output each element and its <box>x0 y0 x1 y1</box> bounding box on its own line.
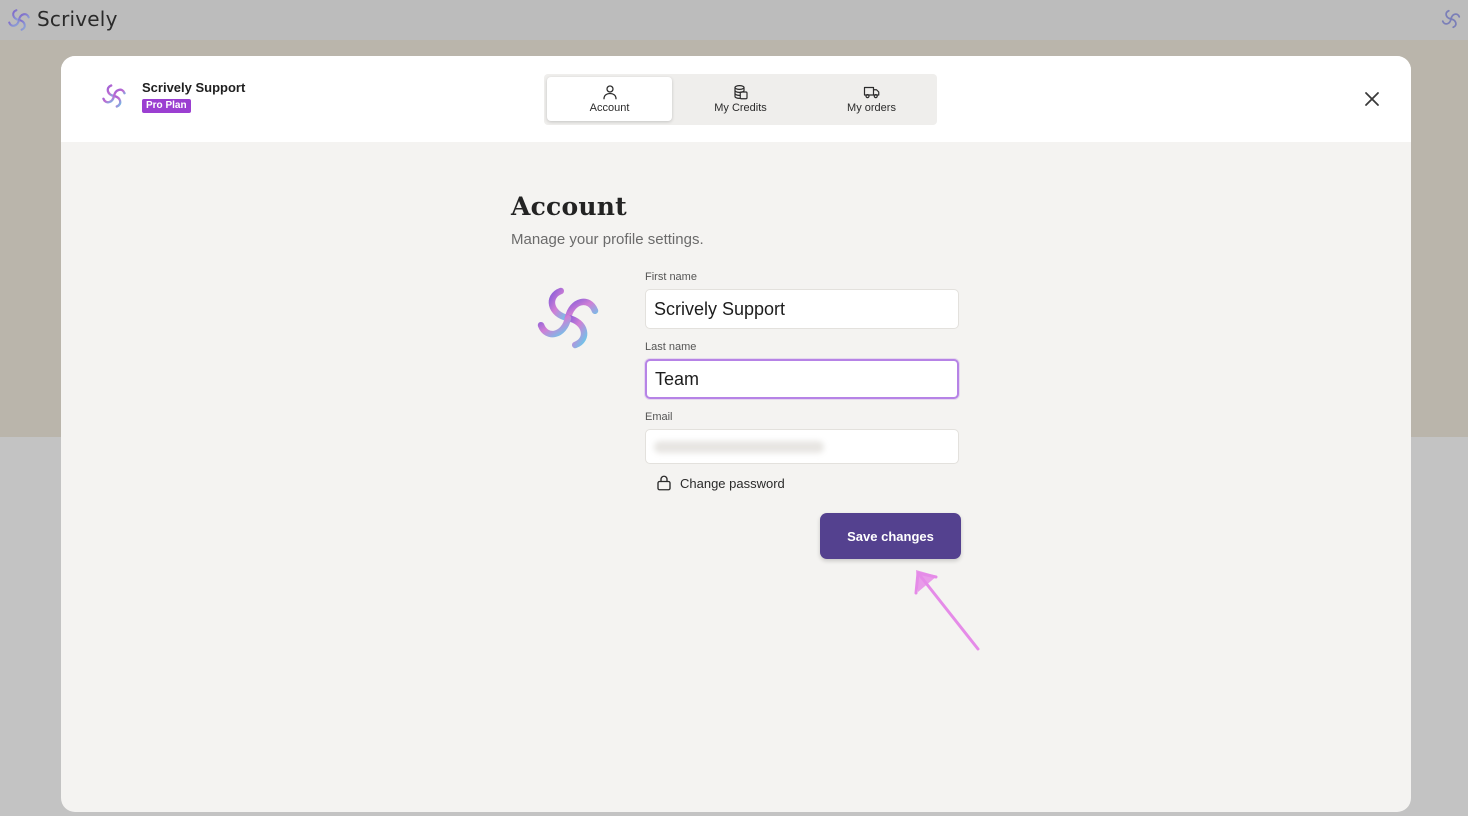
plan-badge: Pro Plan <box>142 99 191 113</box>
tab-label: My orders <box>847 102 896 114</box>
close-icon <box>1365 92 1379 106</box>
user-avatar-logo-icon <box>102 84 126 108</box>
annotation-arrow-icon <box>914 570 980 651</box>
change-password-label: Change password <box>680 475 785 491</box>
settings-modal: Scrively Support Pro Plan Account My Cre <box>61 56 1411 812</box>
profile-avatar-logo-icon[interactable] <box>532 282 604 354</box>
tab-my-orders[interactable]: My orders <box>809 77 934 121</box>
user-icon <box>602 85 617 100</box>
tab-my-credits[interactable]: My Credits <box>678 77 803 121</box>
first-name-label: First name <box>645 271 697 283</box>
tab-bar: Account My Credits My orders <box>544 74 937 125</box>
user-name: Scrively Support <box>142 80 246 95</box>
scrively-logo-icon[interactable] <box>6 7 32 33</box>
last-name-label: Last name <box>645 341 697 353</box>
save-changes-button[interactable]: Save changes <box>820 513 961 559</box>
app-brand[interactable]: Scrively <box>37 7 118 31</box>
truck-icon <box>863 86 879 99</box>
tab-label: Account <box>589 102 630 114</box>
page-subtitle: Manage your profile settings. <box>511 231 704 248</box>
email-value-redacted <box>654 441 824 453</box>
page-title: Account <box>511 192 627 221</box>
first-name-field[interactable] <box>645 289 959 329</box>
tab-account[interactable]: Account <box>547 77 672 121</box>
modal-header: Scrively Support Pro Plan Account My Cre <box>61 56 1411 142</box>
credits-stack-icon <box>733 85 748 100</box>
email-field[interactable] <box>645 429 959 464</box>
change-password-link[interactable]: Change password <box>655 474 785 492</box>
close-button[interactable] <box>1361 88 1383 110</box>
last-name-field[interactable] <box>645 359 959 399</box>
tab-label: My Credits <box>714 102 767 114</box>
email-label: Email <box>645 411 673 423</box>
app-topbar: Scrively <box>0 0 1468 40</box>
lock-icon <box>657 475 671 491</box>
scrively-logo-icon[interactable] <box>1440 8 1462 30</box>
